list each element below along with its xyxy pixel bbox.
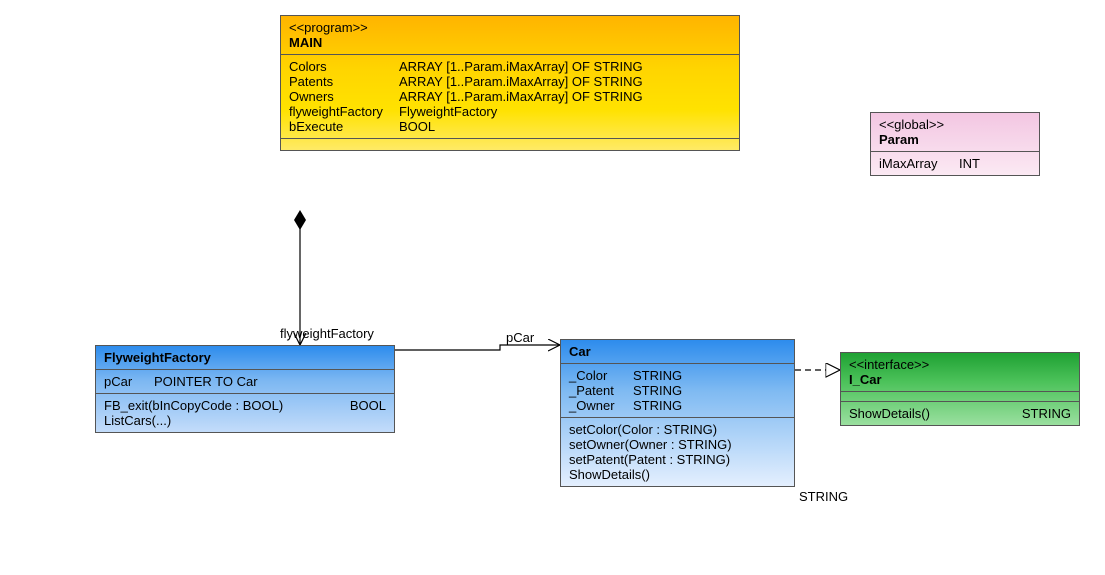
class-param: <<global>> Param iMaxArrayINT [870, 112, 1040, 176]
attributes: ColorsARRAY [1..Param.iMaxArray] OF STRI… [281, 54, 739, 138]
operations: ShowDetails() STRING [841, 401, 1079, 425]
op-row: setColor(Color : STRING) [569, 422, 786, 437]
attr-row: OwnersARRAY [1..Param.iMaxArray] OF STRI… [289, 89, 731, 104]
attr-name: pCar [104, 374, 154, 389]
op-ret: BOOL [350, 398, 386, 413]
op-row: setOwner(Owner : STRING) [569, 437, 786, 452]
attr-row: bExecuteBOOL [289, 119, 731, 134]
attr-name: iMaxArray [879, 156, 959, 171]
attr-name: _Patent [569, 383, 633, 398]
class-name: FlyweightFactory [104, 350, 386, 365]
class-header: <<global>> Param [871, 113, 1039, 151]
attr-row: PatentsARRAY [1..Param.iMaxArray] OF STR… [289, 74, 731, 89]
attr-type: BOOL [399, 119, 731, 134]
attr-type: STRING [633, 368, 682, 383]
attr-type: ARRAY [1..Param.iMaxArray] OF STRING [399, 74, 731, 89]
attr-type: ARRAY [1..Param.iMaxArray] OF STRING [399, 89, 731, 104]
op-sig: FB_exit(bInCopyCode : BOOL) [104, 398, 283, 413]
class-car: Car _ColorSTRING _PatentSTRING _OwnerSTR… [560, 339, 795, 487]
class-header: <<interface>> I_Car [841, 353, 1079, 391]
attr-name: bExecute [289, 119, 399, 134]
attr-row: _ColorSTRING [569, 368, 786, 383]
class-name: I_Car [849, 372, 1071, 387]
class-header: <<program>> MAIN [281, 16, 739, 54]
op-row: ShowDetails() [569, 467, 786, 482]
attr-type: STRING [633, 383, 682, 398]
class-header: FlyweightFactory [96, 346, 394, 369]
attributes [841, 391, 1079, 401]
class-flyweightfactory: FlyweightFactory pCarPOINTER TO Car FB_e… [95, 345, 395, 433]
op-sig: setPatent(Patent : STRING) [569, 452, 730, 467]
return-type-overflow: STRING [799, 489, 848, 504]
op-row: ShowDetails() STRING [849, 406, 1071, 421]
op-sig: ShowDetails() [849, 406, 930, 421]
attr-row: _PatentSTRING [569, 383, 786, 398]
attr-name: flyweightFactory [289, 104, 399, 119]
attributes: pCarPOINTER TO Car [96, 369, 394, 393]
attr-name: Colors [289, 59, 399, 74]
attr-type: INT [959, 156, 980, 171]
attr-type: ARRAY [1..Param.iMaxArray] OF STRING [399, 59, 731, 74]
op-ret: STRING [1022, 406, 1071, 421]
attr-row: ColorsARRAY [1..Param.iMaxArray] OF STRI… [289, 59, 731, 74]
class-name: Param [879, 132, 1031, 147]
assoc-label-flyweightfactory: flyweightFactory [280, 326, 374, 341]
attr-row: iMaxArrayINT [879, 156, 1031, 171]
attr-row: pCarPOINTER TO Car [104, 374, 386, 389]
operations: FB_exit(bInCopyCode : BOOL) BOOL ListCars… [96, 393, 394, 432]
stereotype: <<interface>> [849, 357, 1071, 372]
op-sig: setOwner(Owner : STRING) [569, 437, 732, 452]
attr-name: _Owner [569, 398, 633, 413]
attributes: iMaxArrayINT [871, 151, 1039, 175]
operations [281, 138, 739, 150]
attr-name: Patents [289, 74, 399, 89]
attr-row: flyweightFactoryFlyweightFactory [289, 104, 731, 119]
op-row: setPatent(Patent : STRING) [569, 452, 786, 467]
attr-name: _Color [569, 368, 633, 383]
class-name: MAIN [289, 35, 731, 50]
op-row: FB_exit(bInCopyCode : BOOL) BOOL [104, 398, 386, 413]
class-main: <<program>> MAIN ColorsARRAY [1..Param.i… [280, 15, 740, 151]
attr-type: STRING [633, 398, 682, 413]
attr-type: FlyweightFactory [399, 104, 731, 119]
operations: setColor(Color : STRING) setOwner(Owner … [561, 417, 794, 486]
op-sig: ShowDetails() [569, 467, 650, 482]
op-row: ListCars(...) [104, 413, 386, 428]
attr-type: POINTER TO Car [154, 374, 258, 389]
class-name: Car [569, 344, 786, 359]
op-sig: ListCars(...) [104, 413, 171, 428]
attr-name: Owners [289, 89, 399, 104]
assoc-label-pcar: pCar [506, 330, 534, 345]
op-sig: setColor(Color : STRING) [569, 422, 717, 437]
stereotype: <<global>> [879, 117, 1031, 132]
attr-row: _OwnerSTRING [569, 398, 786, 413]
attributes: _ColorSTRING _PatentSTRING _OwnerSTRING [561, 363, 794, 417]
stereotype: <<program>> [289, 20, 731, 35]
class-icar: <<interface>> I_Car ShowDetails() STRING [840, 352, 1080, 426]
class-header: Car [561, 340, 794, 363]
